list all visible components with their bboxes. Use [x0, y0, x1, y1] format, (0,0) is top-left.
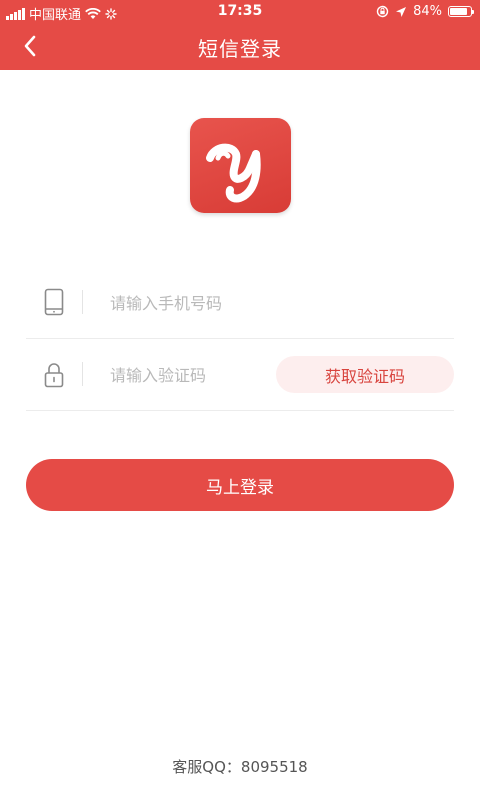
phone-field-divider: [82, 290, 83, 314]
app-header: 中国联通 17:35 84% 短信登录: [0, 0, 480, 70]
battery-percentage: 84%: [413, 4, 442, 19]
status-right: 84%: [376, 4, 474, 19]
code-field-underline: [26, 410, 454, 411]
code-field-divider: [82, 362, 83, 386]
phone-field-underline: [26, 338, 454, 339]
get-code-button[interactable]: 获取验证码: [276, 356, 454, 393]
login-button[interactable]: 马上登录: [26, 459, 454, 511]
page-title: 短信登录: [198, 37, 282, 61]
phone-number-input[interactable]: [110, 290, 440, 316]
app-logo-y-icon: [206, 143, 261, 203]
lock-icon: [44, 363, 64, 388]
app-logo: [190, 118, 291, 213]
battery-level: [450, 8, 467, 15]
verification-code-input[interactable]: [110, 362, 260, 388]
battery-icon: [448, 6, 474, 17]
orientation-lock-icon: [376, 5, 389, 18]
customer-service-text: 客服QQ：8095518: [172, 758, 308, 776]
status-bar: 中国联通 17:35 84%: [0, 0, 480, 24]
phone-icon: [44, 288, 64, 316]
location-arrow-icon: [396, 6, 407, 17]
